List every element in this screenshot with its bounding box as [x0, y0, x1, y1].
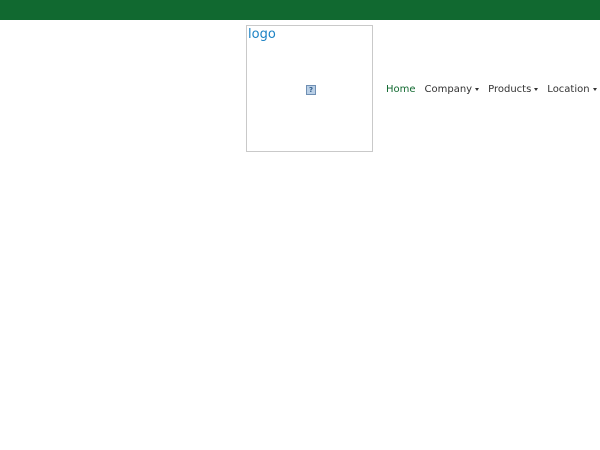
nav-item-label: Products — [488, 83, 532, 95]
broken-image-icon: ? — [306, 85, 316, 95]
chevron-down-icon — [534, 87, 539, 91]
chevron-down-icon — [475, 87, 480, 91]
nav-item-location[interactable]: Location — [547, 83, 597, 95]
logo-alt-text: logo — [248, 27, 276, 42]
nav-item-products[interactable]: Products — [488, 83, 539, 95]
top-bar — [0, 0, 600, 20]
nav-item-label: Company — [424, 83, 473, 95]
nav-item-home[interactable]: Home — [386, 84, 416, 95]
nav-item-label: Home — [386, 83, 416, 95]
main-nav: Home Company Products Location — [386, 80, 597, 98]
logo-image[interactable]: logo ? — [246, 25, 373, 152]
chevron-down-icon — [592, 87, 597, 91]
nav-item-company[interactable]: Company — [425, 84, 480, 95]
nav-item-label: Location — [547, 83, 590, 95]
